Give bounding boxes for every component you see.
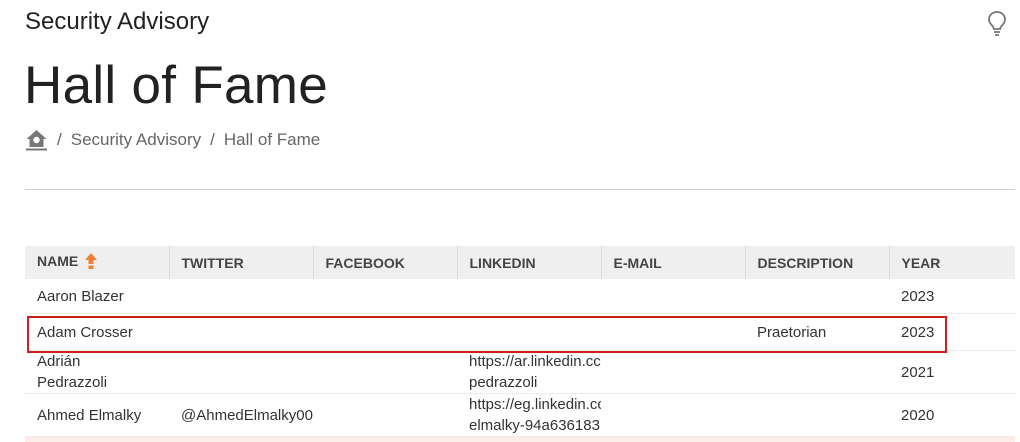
cell-linkedin — [457, 313, 601, 351]
table-row: Adrián Pedrazzoli https://ar.linkedin.cc… — [25, 350, 1015, 394]
cell-name: Aaron Blazer — [25, 279, 169, 314]
cell-description — [745, 350, 889, 394]
cell-description — [745, 393, 889, 437]
divider — [25, 189, 1015, 190]
cell-name: Adam Crosser — [25, 313, 169, 351]
cell-linkedin: https://ar.linkedin.cc pedrazzoli — [457, 350, 601, 394]
cell-facebook — [313, 350, 457, 394]
cell-twitter — [169, 279, 313, 314]
cell-facebook — [313, 393, 457, 437]
linkedin-link[interactable]: pedrazzoli — [469, 372, 601, 393]
column-header-year[interactable]: YEAR — [888, 246, 1015, 279]
lightbulb-icon[interactable] — [986, 10, 1008, 38]
cell-twitter — [169, 350, 313, 394]
cell-name: Adrián Pedrazzoli — [25, 350, 169, 394]
cell-email — [601, 350, 745, 394]
column-header-email[interactable]: E-MAIL — [600, 246, 745, 279]
section-title: Security Advisory — [25, 8, 210, 35]
table-row: Aaron Blazer 2023 — [25, 279, 1015, 314]
cell-linkedin: https://eg.linkedin.cc elmalky-94a636183 — [457, 393, 601, 437]
cell-year: 2020 — [889, 393, 1015, 437]
cell-year: 2021 — [889, 350, 1015, 394]
cell-facebook — [313, 279, 457, 314]
column-header-name[interactable]: NAME — [25, 246, 169, 279]
linkedin-link[interactable]: https://ar.linkedin.cc — [469, 351, 601, 372]
home-icon[interactable] — [25, 129, 48, 151]
column-header-label: NAME — [37, 253, 79, 270]
cell-email — [601, 393, 745, 437]
linkedin-link[interactable]: elmalky-94a636183 — [469, 415, 601, 436]
linkedin-link[interactable]: https://eg.linkedin.cc — [469, 394, 601, 415]
breadcrumb-separator: / — [57, 130, 62, 149]
cell-name: Ahmed Elmalky — [25, 393, 169, 437]
cell-facebook — [313, 313, 457, 351]
cell-twitter — [169, 313, 313, 351]
cell-description — [745, 279, 889, 314]
cell-year: 2023 — [889, 279, 1015, 314]
breadcrumb-separator: / — [210, 130, 215, 149]
cell-linkedin — [457, 279, 601, 314]
column-header-description[interactable]: DESCRIPTION — [744, 246, 889, 279]
cell-email — [601, 313, 745, 351]
column-header-linkedin[interactable]: LINKEDIN — [456, 246, 601, 279]
breadcrumb-current-hall-of-fame: Hall of Fame — [223, 130, 321, 149]
next-table-row — [25, 437, 1015, 442]
cell-email — [601, 279, 745, 314]
hall-of-fame-table: NAME TWITTER FACEBOOK LINKEDIN E-MAIL DE… — [25, 246, 1015, 437]
breadcrumb-link-security-advisory[interactable]: Security Advisory — [71, 130, 201, 150]
cell-year: 2023 — [889, 313, 1015, 351]
breadcrumb: / Security Advisory / Hall of Fame — [25, 128, 320, 152]
cell-name-line: Adrián — [37, 353, 81, 370]
column-header-facebook[interactable]: FACEBOOK — [312, 246, 457, 279]
table-row: Ahmed Elmalky @AhmedElmalky00 https://eg… — [25, 393, 1015, 437]
cell-twitter[interactable]: @AhmedElmalky00 — [169, 393, 313, 437]
sort-arrow-up-icon[interactable] — [84, 252, 98, 270]
cell-description: Praetorian — [745, 313, 889, 351]
cell-name-line: Pedrazzoli — [37, 374, 108, 391]
page-title: Hall of Fame — [24, 56, 329, 115]
table-row: Adam Crosser Praetorian 2023 — [25, 313, 1015, 351]
column-header-twitter[interactable]: TWITTER — [168, 246, 313, 279]
table-header-row: NAME TWITTER FACEBOOK LINKEDIN E-MAIL DE… — [25, 246, 1015, 279]
